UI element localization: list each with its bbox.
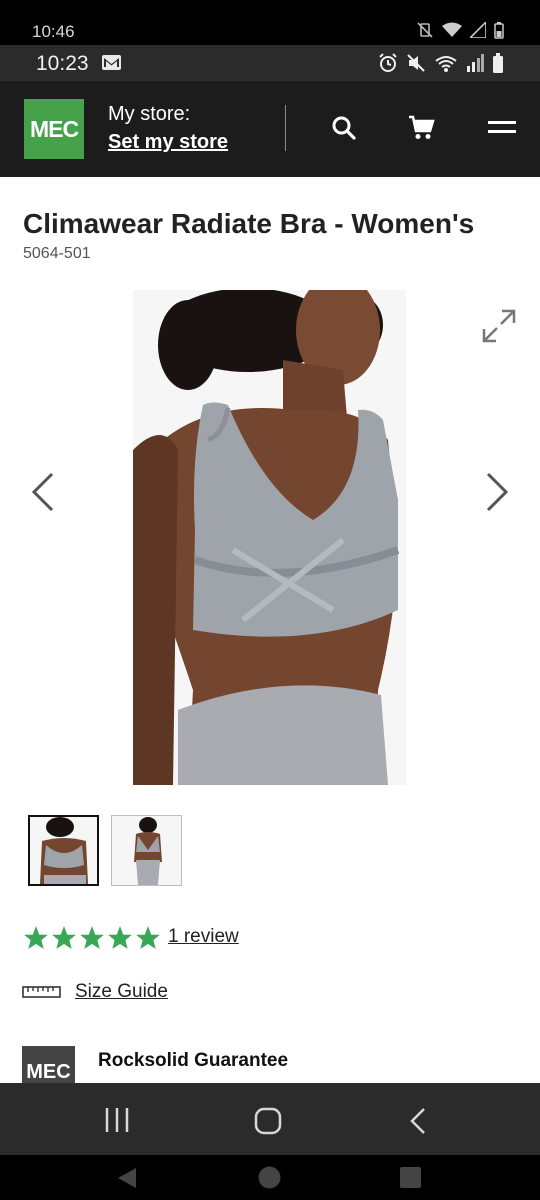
- inner-status-time: 10:23: [36, 52, 89, 75]
- home-circle-icon[interactable]: [258, 1166, 281, 1189]
- back-icon[interactable]: [408, 1107, 428, 1135]
- back-triangle-icon[interactable]: [116, 1167, 138, 1189]
- expand-icon[interactable]: [482, 309, 516, 343]
- inner-status-icons: [378, 53, 504, 73]
- mec-logo[interactable]: MEC: [24, 99, 84, 159]
- gallery-prev-icon[interactable]: [30, 472, 56, 512]
- mute-icon: [407, 54, 425, 72]
- recents-square-icon[interactable]: [400, 1167, 421, 1188]
- store-selector: My store: Set my store: [108, 103, 228, 154]
- menu-icon[interactable]: [488, 119, 516, 137]
- size-guide-link[interactable]: Size Guide: [22, 981, 168, 1003]
- recent-apps-icon[interactable]: [104, 1107, 130, 1133]
- wifi-icon: [435, 56, 457, 72]
- signal-icon: [470, 22, 486, 38]
- star-rating: [23, 925, 161, 951]
- set-store-link[interactable]: Set my store: [108, 131, 228, 154]
- ruler-icon: [22, 986, 61, 998]
- star-icon: [108, 926, 132, 949]
- gmail-icon: [102, 55, 121, 70]
- vibrate-off-icon: [417, 22, 433, 38]
- outer-nav-bar: [0, 1155, 540, 1200]
- thumbnail-1[interactable]: [28, 815, 99, 886]
- star-icon: [24, 926, 48, 949]
- cart-icon[interactable]: [408, 115, 436, 141]
- header-divider: [285, 105, 286, 151]
- battery-icon: [493, 53, 503, 73]
- search-icon[interactable]: [331, 115, 357, 141]
- inner-status-bar: 10:23: [0, 45, 540, 81]
- thumbnail-2-image: [112, 816, 181, 885]
- review-link[interactable]: 1 review: [168, 926, 239, 948]
- star-icon: [52, 926, 76, 949]
- site-header: MEC My store: Set my store: [0, 81, 540, 177]
- product-gallery[interactable]: [0, 285, 540, 790]
- gallery-next-icon[interactable]: [484, 472, 510, 512]
- product-sku: 5064-501: [23, 245, 91, 262]
- android-nav-bar: [0, 1083, 540, 1155]
- product-photo[interactable]: [133, 290, 406, 785]
- thumbnail-2[interactable]: [111, 815, 182, 886]
- product-title: Climawear Radiate Bra - Women's: [23, 208, 475, 239]
- alarm-icon: [379, 53, 397, 72]
- outer-status-icons: [416, 21, 504, 39]
- outer-status-bar: 10:46: [0, 0, 540, 45]
- wifi-icon: [442, 22, 462, 37]
- thumbnail-1-image: [30, 817, 97, 884]
- size-guide-label: Size Guide: [75, 981, 168, 1002]
- battery-icon: [494, 21, 504, 39]
- star-icon: [136, 926, 160, 949]
- home-icon[interactable]: [254, 1107, 282, 1135]
- outer-status-time: 10:46: [32, 22, 75, 41]
- store-label: My store:: [108, 103, 191, 125]
- guarantee-mec-logo: MEC: [22, 1046, 75, 1084]
- star-icon: [80, 926, 104, 949]
- signal-icon: [467, 54, 484, 72]
- guarantee-title: Rocksolid Guarantee: [98, 1050, 289, 1071]
